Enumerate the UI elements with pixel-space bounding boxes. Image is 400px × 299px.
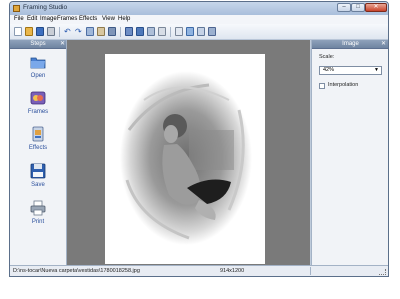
text-icon[interactable] — [197, 27, 205, 36]
resize-icon[interactable] — [158, 27, 166, 36]
step-effects-label: Effects — [28, 145, 48, 151]
image-canvas[interactable] — [67, 40, 310, 265]
menu-image[interactable]: Image — [40, 16, 57, 22]
menu-bar: File Edit Image Frames Effects View Help — [10, 15, 388, 24]
menu-effects[interactable]: Effects — [79, 16, 97, 22]
status-divider — [310, 267, 311, 275]
redo-icon[interactable]: ↷ — [75, 27, 83, 36]
adjust-icon[interactable] — [186, 27, 194, 36]
print-icon[interactable] — [47, 27, 55, 36]
image-panel-title: Image — [342, 41, 359, 47]
step-print-label: Print — [31, 219, 45, 225]
app-icon — [13, 5, 20, 12]
framed-photo — [120, 71, 252, 245]
step-frames[interactable]: Frames — [10, 88, 66, 123]
image-panel-header: Image ✕ — [312, 40, 388, 49]
steps-panel-title: Steps — [30, 41, 46, 47]
status-file-path: D:\ns-tocar\Nueva carpeta\vestidas\17800… — [13, 268, 140, 274]
steps-panel: Steps ✕ Open Frames Effects Save Print — [10, 40, 67, 265]
image-panel-close-icon[interactable]: ✕ — [381, 40, 386, 49]
frame-alt-icon[interactable] — [136, 27, 144, 36]
scale-value: 42% — [323, 67, 335, 73]
window-title: Framing Studio — [23, 4, 68, 11]
menu-file[interactable]: File — [14, 16, 24, 22]
open-icon[interactable] — [25, 27, 33, 36]
crop-icon[interactable] — [108, 27, 116, 36]
step-open-label: Open — [30, 73, 46, 79]
toolbar-separator — [170, 27, 171, 37]
step-save-label: Save — [31, 182, 45, 188]
chevron-down-icon: ▼ — [374, 67, 379, 73]
steps-panel-header: Steps ✕ — [10, 40, 66, 49]
toolbar: ↶ ↷ — [10, 24, 388, 40]
toolbar-separator — [59, 27, 60, 37]
printer-icon — [30, 200, 46, 216]
toolbar-separator — [120, 27, 121, 37]
step-frames-label: Frames — [27, 109, 49, 115]
floppy-disk-icon — [30, 163, 46, 179]
title-bar[interactable]: Framing Studio – □ ✕ — [10, 2, 388, 15]
maximize-button[interactable]: □ — [351, 3, 365, 12]
app-window: Framing Studio – □ ✕ File Edit Image Fra… — [9, 1, 389, 277]
interpolation-label: Interpolation — [328, 82, 359, 88]
print-page — [105, 54, 265, 264]
menu-frames[interactable]: Frames — [57, 16, 77, 22]
scale-label: Scale: — [319, 54, 335, 60]
resize-grip-icon[interactable] — [379, 269, 386, 275]
undo-icon[interactable]: ↶ — [64, 27, 72, 36]
save-icon[interactable] — [36, 27, 44, 36]
image-panel: Image ✕ Scale: 42% ▼ Interpolation — [311, 40, 388, 265]
interpolation-checkbox[interactable] — [319, 83, 325, 89]
menu-edit[interactable]: Edit — [27, 16, 37, 22]
menu-view[interactable]: View — [102, 16, 115, 22]
frame-icon[interactable] — [125, 27, 133, 36]
status-dimensions: 914x1200 — [220, 268, 245, 274]
step-save[interactable]: Save — [10, 161, 66, 196]
frames-icon — [30, 91, 46, 105]
new-icon[interactable] — [14, 27, 22, 36]
scale-select[interactable]: 42% ▼ — [319, 66, 382, 75]
step-effects[interactable]: Effects — [10, 124, 66, 159]
folder-icon — [30, 57, 46, 69]
effects-icon — [32, 126, 44, 142]
step-open[interactable]: Open — [10, 52, 66, 87]
effects-icon[interactable] — [147, 27, 155, 36]
menu-help[interactable]: Help — [118, 16, 130, 22]
copy-icon[interactable] — [86, 27, 94, 36]
step-print[interactable]: Print — [10, 198, 66, 233]
status-bar: D:\ns-tocar\Nueva carpeta\vestidas\17800… — [10, 265, 388, 276]
steps-panel-close-icon[interactable]: ✕ — [60, 40, 65, 49]
rotate-icon[interactable] — [175, 27, 183, 36]
paste-icon[interactable] — [97, 27, 105, 36]
close-button[interactable]: ✕ — [365, 3, 387, 12]
minimize-button[interactable]: – — [337, 3, 351, 12]
tool-icon[interactable] — [208, 27, 216, 36]
